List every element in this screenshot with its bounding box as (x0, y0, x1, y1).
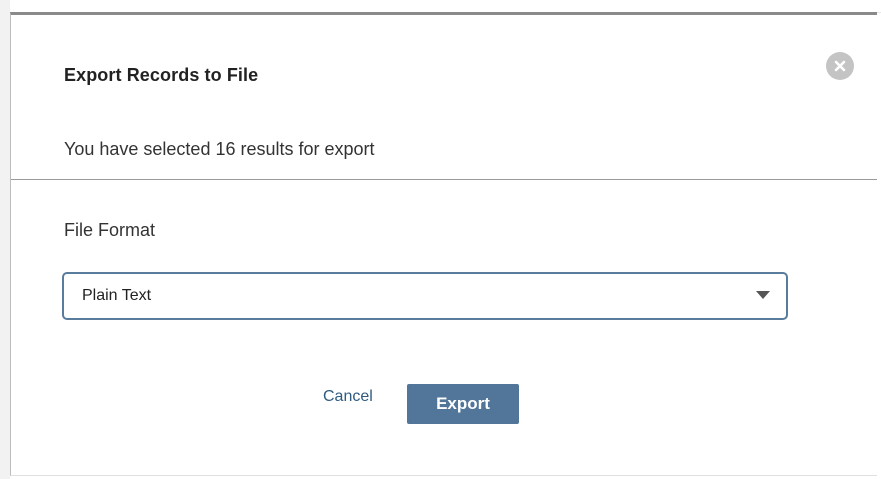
backdrop-left (0, 0, 10, 479)
export-button[interactable]: Export (407, 384, 519, 424)
export-dialog: Export Records to File You have selected… (10, 12, 877, 476)
chevron-down-icon (756, 291, 770, 299)
page: Export Records to File You have selected… (0, 0, 881, 479)
close-button[interactable] (826, 52, 854, 80)
cancel-button[interactable]: Cancel (323, 388, 373, 406)
file-format-select[interactable]: Plain Text (62, 272, 788, 320)
file-format-label: File Format (64, 220, 156, 240)
divider (11, 179, 877, 180)
file-format-selected-value: Plain Text (82, 287, 152, 304)
dialog-title: Export Records to File (64, 65, 259, 85)
close-icon (834, 60, 846, 72)
selection-summary: You have selected 16 results for export (64, 139, 375, 159)
